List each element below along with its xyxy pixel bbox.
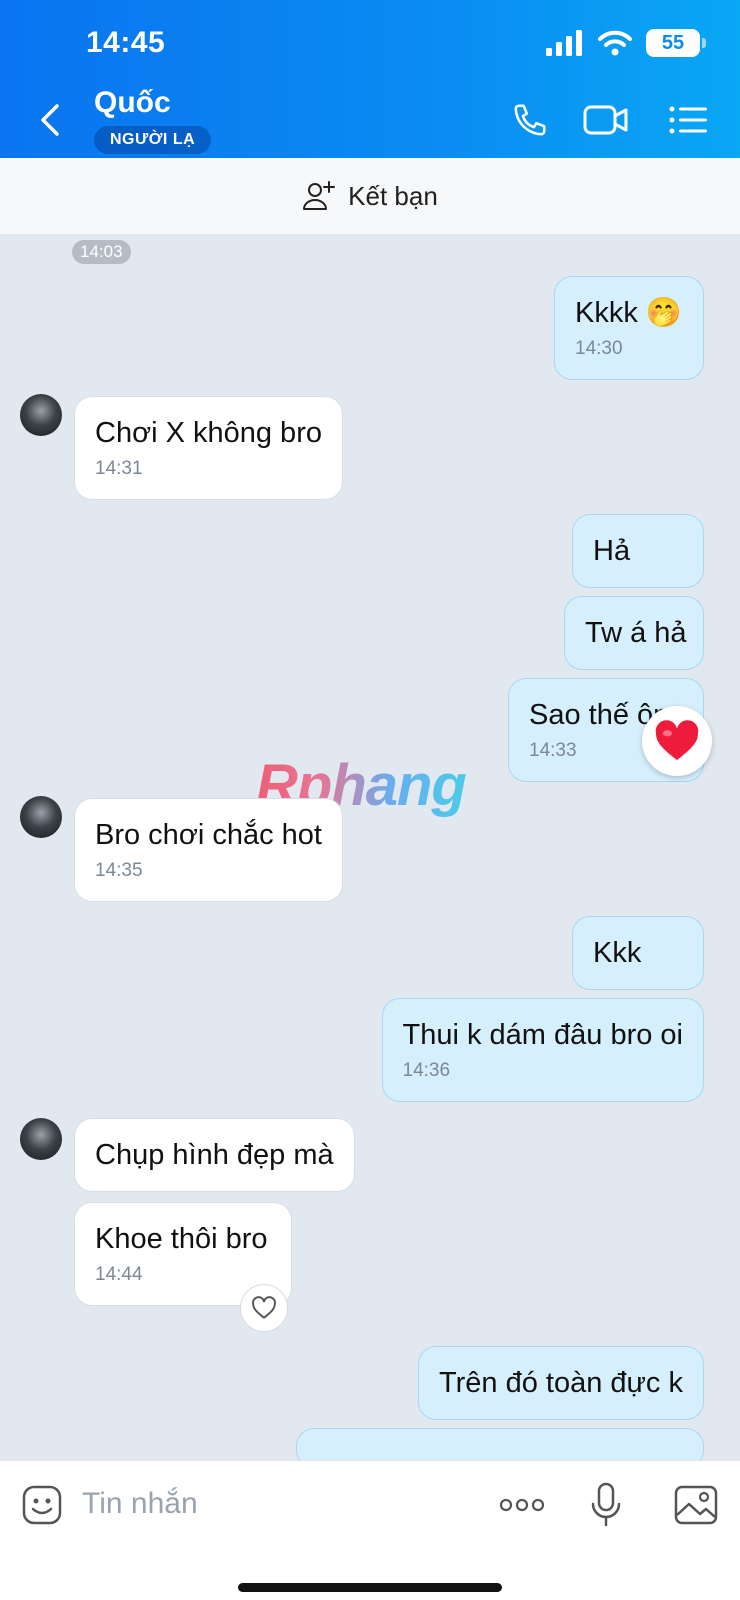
message-bubble-incoming[interactable]: Chụp hình đẹp mà: [74, 1118, 355, 1192]
message-time: 14:30: [575, 338, 623, 359]
heart-reaction-button[interactable]: [642, 706, 712, 776]
video-icon: [583, 105, 628, 135]
menu-icon: [669, 106, 707, 134]
options-menu-button[interactable]: [664, 96, 712, 144]
message-list[interactable]: 14:03 Kkkk 🤭 14:30 Chơi X không bro 14:3…: [0, 234, 740, 1460]
phone-icon: [514, 104, 546, 136]
message-bubble-outgoing[interactable]: Trên đó toàn đực k: [417, 1346, 704, 1420]
avatar[interactable]: [20, 394, 62, 436]
message-bubble-outgoing[interactable]: Kkk: [572, 916, 704, 990]
add-friend-button[interactable]: Kết bạn: [0, 158, 740, 234]
sticker-button[interactable]: [18, 1481, 66, 1529]
message-text: Khoe thôi bro: [95, 1223, 268, 1255]
wifi-icon: [598, 30, 632, 56]
message-text: Bro chơi chắc hot: [95, 819, 322, 851]
message-input[interactable]: Tin nhắn: [82, 1487, 198, 1521]
battery-indicator: 55: [646, 29, 706, 57]
status-time: 14:45: [86, 26, 166, 59]
home-indicator[interactable]: [238, 1583, 502, 1592]
message-text: Thui k dám đâu bro oi: [402, 1019, 683, 1051]
avatar[interactable]: [20, 1118, 62, 1160]
contact-name[interactable]: Quốc: [94, 86, 171, 120]
react-button[interactable]: [240, 1284, 288, 1332]
message-time: 14:44: [95, 1264, 143, 1285]
send-image-button[interactable]: [672, 1481, 720, 1529]
video-call-button[interactable]: [582, 96, 630, 144]
add-friend-icon: [303, 181, 336, 210]
call-button[interactable]: [506, 96, 554, 144]
message-bubble-incoming[interactable]: Bro chơi chắc hot 14:35: [74, 798, 343, 902]
microphone-icon: [591, 1482, 621, 1527]
image-icon: [674, 1485, 718, 1525]
message-text: Chụp hình đẹp mà: [95, 1139, 334, 1171]
stranger-badge: NGƯỜI LẠ: [94, 126, 212, 154]
message-time: 14:31: [95, 458, 143, 479]
more-options-button[interactable]: [498, 1481, 546, 1529]
voice-message-button[interactable]: [582, 1481, 630, 1529]
message-bubble-incoming[interactable]: Chơi X không bro 14:31: [74, 396, 343, 500]
back-button[interactable]: [30, 96, 70, 144]
message-text: Hả: [593, 535, 631, 567]
status-icons: 55: [546, 28, 706, 58]
chat-header: 14:45 55 Quốc NGƯỜI LẠ: [0, 0, 740, 158]
message-text: Kkkk 🤭: [575, 297, 683, 329]
message-time: 14:35: [95, 860, 143, 881]
signal-icon: [546, 30, 582, 56]
message-bubble-outgoing[interactable]: [296, 1428, 704, 1460]
message-composer: Tin nhắn: [0, 1460, 740, 1600]
message-time: 14:36: [402, 1060, 451, 1081]
back-icon: [41, 104, 59, 136]
message-bubble-outgoing[interactable]: Kkkk 🤭 14:30: [554, 276, 704, 380]
message-text: Trên đó toàn đực k: [438, 1367, 683, 1399]
message-text: Chơi X không bro: [95, 417, 322, 449]
heart-outline-icon: [252, 1296, 276, 1319]
heart-icon: [655, 720, 699, 761]
more-icon: [499, 1498, 545, 1512]
add-friend-label: Kết bạn: [348, 180, 438, 211]
time-divider: 14:03: [72, 240, 131, 264]
message-text: Tw á hả: [585, 617, 687, 649]
message-bubble-outgoing[interactable]: Hả: [572, 514, 704, 588]
sticker-icon: [22, 1485, 62, 1525]
message-bubble-outgoing[interactable]: Thui k dám đâu bro oi 14:36: [381, 998, 704, 1102]
avatar[interactable]: [20, 796, 62, 838]
message-bubble-outgoing[interactable]: Tw á hả: [564, 596, 704, 670]
message-text: Kkk: [593, 937, 642, 969]
